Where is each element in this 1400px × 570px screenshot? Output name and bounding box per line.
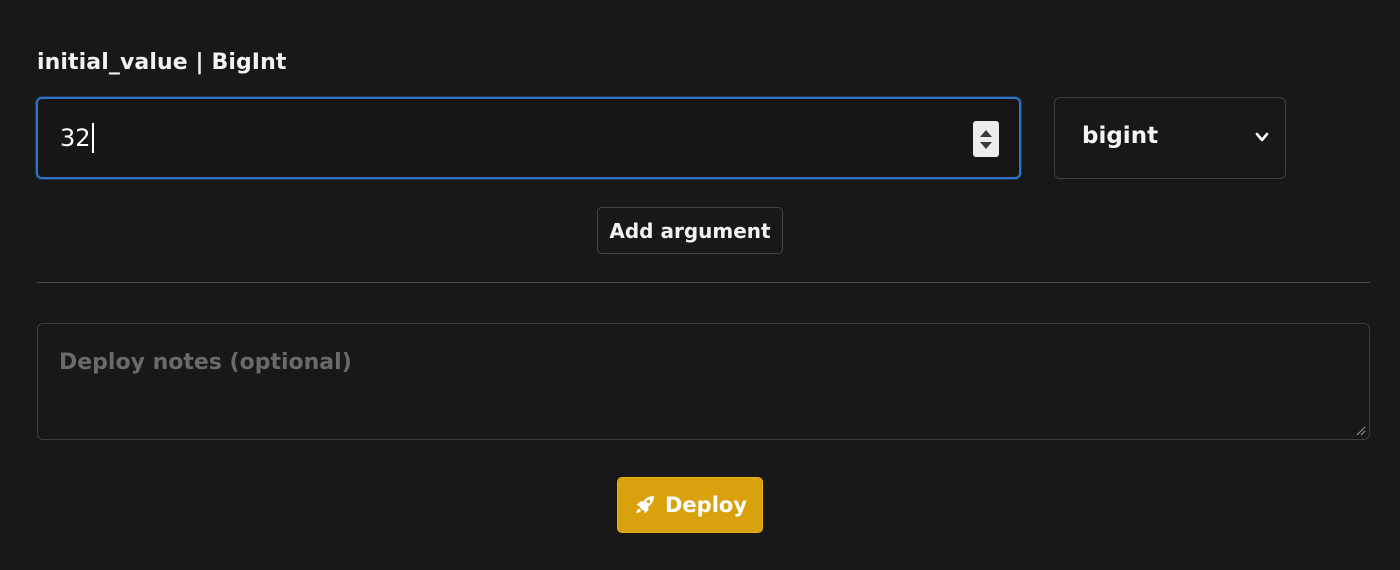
deploy-button[interactable]: Deploy	[617, 477, 763, 533]
resize-handle-icon[interactable]	[1356, 426, 1366, 436]
argument-label: initial_value | BigInt	[37, 50, 287, 75]
section-divider	[37, 282, 1370, 283]
deploy-button-label: Deploy	[664, 493, 748, 517]
deploy-form: initial_value | BigInt 32 bigint Add arg…	[0, 0, 1400, 570]
rocket-icon	[636, 496, 654, 514]
argument-value-input[interactable]: 32	[36, 97, 1021, 179]
chevron-down-icon	[1255, 132, 1269, 142]
deploy-notes-textarea[interactable]: Deploy notes (optional)	[37, 323, 1370, 440]
number-stepper[interactable]	[973, 121, 999, 157]
argument-value: 32	[60, 124, 91, 152]
argument-value-text: 32	[60, 123, 94, 153]
argument-type-select[interactable]: bigint	[1054, 97, 1286, 179]
deploy-notes-placeholder: Deploy notes (optional)	[59, 350, 352, 375]
type-select-value: bigint	[1082, 123, 1159, 149]
text-caret	[91, 123, 94, 153]
stepper-up-icon[interactable]	[980, 129, 992, 137]
add-argument-button[interactable]: Add argument	[597, 207, 783, 254]
stepper-down-icon[interactable]	[980, 141, 992, 149]
